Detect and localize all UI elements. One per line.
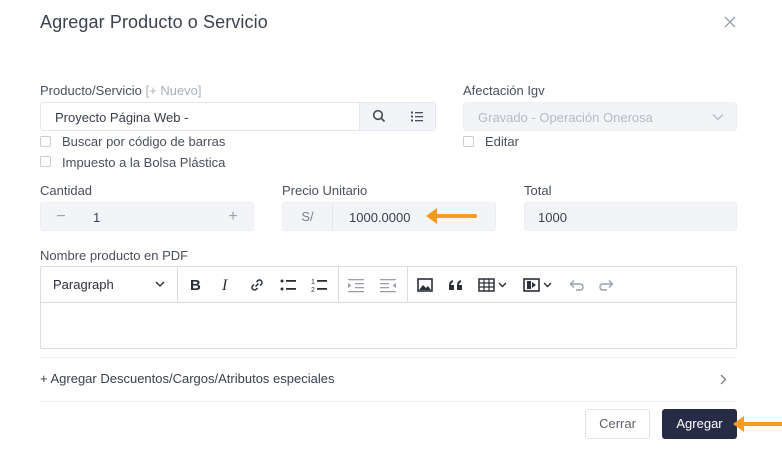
bag-tax-checkbox[interactable]: [40, 156, 51, 167]
bullet-list-icon[interactable]: [279, 276, 297, 294]
currency-prefix: S/: [283, 203, 333, 230]
igv-value: Gravado - Operación Onerosa: [478, 110, 653, 125]
rich-text-editor: Paragraph B I 12: [40, 266, 737, 349]
extras-accordion[interactable]: + Agregar Descuentos/Cargos/Atributos es…: [40, 358, 737, 400]
chevron-right-icon: [720, 374, 727, 385]
quote-icon[interactable]: [447, 276, 465, 294]
toolbar-divider: [338, 267, 339, 303]
igv-label: Afectación Igv: [463, 83, 545, 98]
edit-igv-checkbox[interactable]: [463, 136, 474, 147]
total-field[interactable]: 1000: [524, 202, 737, 231]
toolbar-divider: [177, 267, 178, 303]
bold-icon[interactable]: B: [186, 276, 204, 294]
italic-icon[interactable]: I: [217, 276, 235, 294]
svg-text:2: 2: [311, 287, 315, 294]
total-value: 1000: [538, 210, 567, 225]
price-label: Precio Unitario: [282, 183, 368, 198]
table-icon[interactable]: [478, 276, 510, 294]
toolbar-divider: [407, 267, 408, 303]
image-icon[interactable]: [416, 276, 434, 294]
list-icon: [411, 111, 423, 122]
media-icon[interactable]: [523, 276, 555, 294]
product-actions: [359, 103, 435, 130]
arrow-annotation-icon: [426, 208, 477, 224]
modal-title: Agregar Producto o Servicio: [40, 12, 268, 32]
redo-icon[interactable]: [598, 276, 616, 294]
format-select[interactable]: Paragraph: [53, 277, 165, 292]
editor-toolbar: Paragraph B I 12: [41, 267, 736, 303]
close-icon[interactable]: [722, 14, 738, 30]
barcode-checkbox-label: Buscar por código de barras: [62, 134, 226, 149]
price-value: 1000.0000: [349, 210, 411, 225]
quantity-decrement-button[interactable]: −: [41, 203, 81, 230]
link-icon[interactable]: [248, 276, 266, 294]
close-button[interactable]: Cerrar: [585, 409, 650, 439]
product-input[interactable]: Proyecto Página Web -: [40, 102, 436, 131]
indent-icon[interactable]: [379, 276, 397, 294]
svg-text:1: 1: [311, 279, 315, 286]
pdf-name-label: Nombre producto en PDF: [40, 248, 189, 263]
format-select-value: Paragraph: [53, 277, 114, 292]
search-icon: [372, 109, 386, 123]
new-product-link[interactable]: [+ Nuevo]: [146, 83, 202, 98]
product-label-text: Producto/Servicio: [40, 83, 142, 98]
quantity-increment-button[interactable]: +: [213, 203, 253, 230]
undo-icon[interactable]: [567, 276, 585, 294]
bag-tax-checkbox-label: Impuesto a la Bolsa Plástica: [62, 155, 226, 170]
extras-accordion-label: + Agregar Descuentos/Cargos/Atributos es…: [40, 371, 335, 386]
numbered-list-icon[interactable]: 12: [310, 276, 328, 294]
edit-igv-checkbox-label: Editar: [485, 134, 519, 149]
editor-content-area[interactable]: [41, 304, 736, 348]
product-label: Producto/Servicio [+ Nuevo]: [40, 83, 202, 98]
quantity-label: Cantidad: [40, 183, 93, 198]
product-value: Proyecto Página Web -: [55, 110, 189, 125]
add-button[interactable]: Agregar: [662, 409, 737, 439]
barcode-checkbox[interactable]: [40, 136, 51, 147]
quantity-stepper: − 1 +: [40, 202, 254, 231]
quantity-value[interactable]: 1: [93, 210, 100, 225]
svg-text:I: I: [221, 277, 228, 294]
search-button[interactable]: [360, 103, 398, 130]
chevron-down-icon: [155, 281, 165, 287]
igv-select[interactable]: Gravado - Operación Onerosa: [463, 102, 737, 131]
list-button[interactable]: [398, 103, 436, 130]
svg-text:B: B: [190, 277, 201, 294]
total-label: Total: [524, 183, 552, 198]
divider: [40, 401, 737, 402]
chevron-down-icon: [712, 114, 724, 121]
outdent-icon[interactable]: [347, 276, 365, 294]
arrow-annotation-icon: [733, 416, 782, 432]
